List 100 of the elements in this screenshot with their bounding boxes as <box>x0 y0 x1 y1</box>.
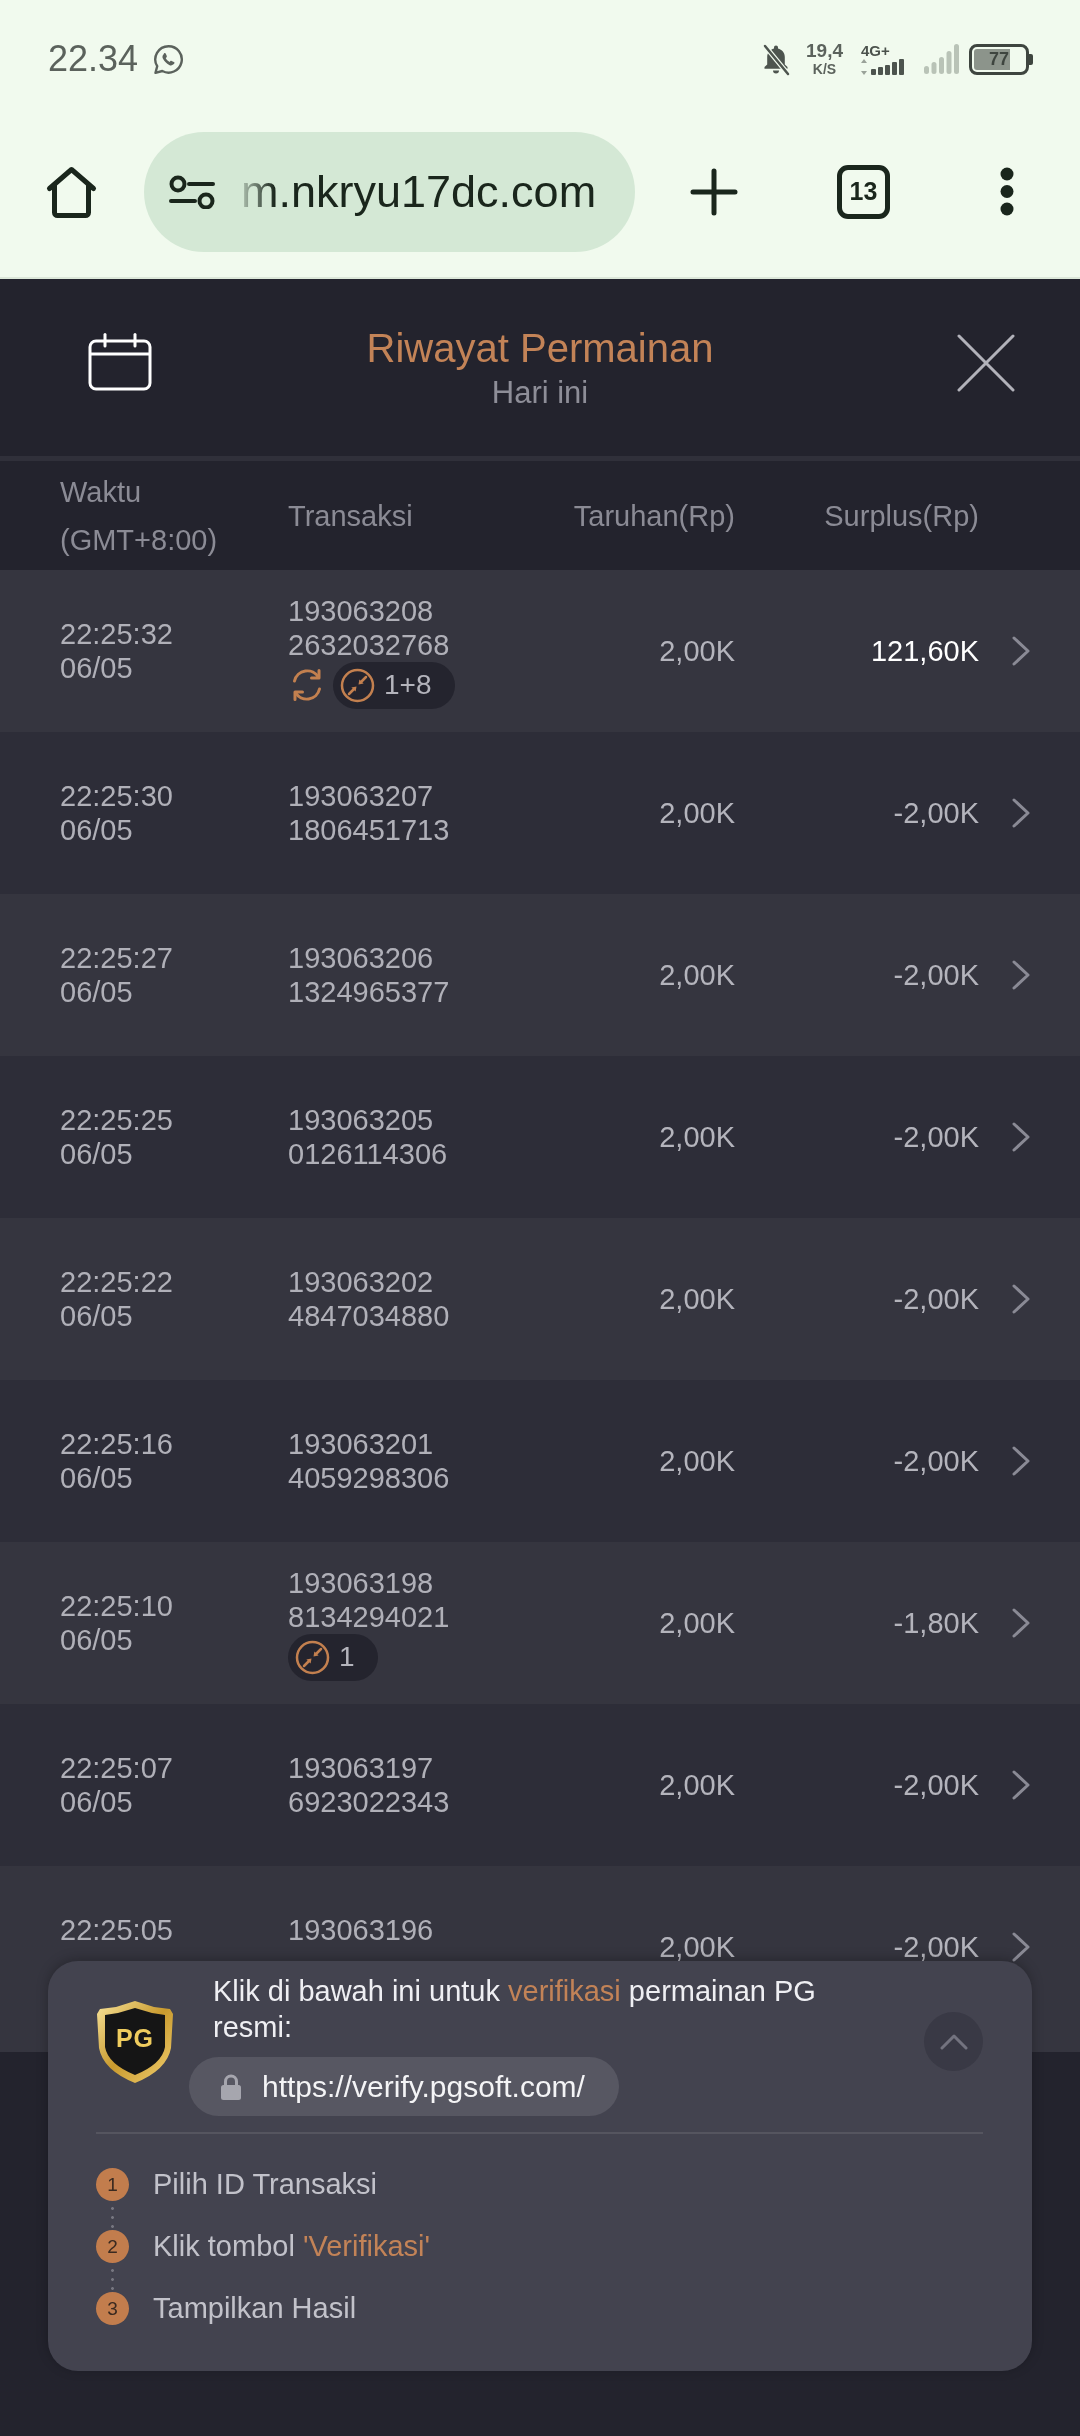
surplus-amount: -2,00K <box>893 798 979 828</box>
history-row[interactable]: 22:25:16 06/05 193063201 4059298306 2,00K -2,00K <box>0 1380 1080 1542</box>
time-text: 22:25:32 <box>60 617 173 651</box>
page-title: Riwayat Permainan <box>366 324 714 371</box>
history-row[interactable]: 22:25:25 06/05 193063205 0126114306 2,00K -2,00K <box>0 1056 1080 1218</box>
column-header: Waktu (GMT+8:00) <box>60 474 219 558</box>
transaction-id: 193063207 <box>288 779 434 813</box>
sliders-icon[interactable] <box>169 174 215 209</box>
chevron-right-icon <box>1012 636 1030 666</box>
history-row[interactable]: 22:25:10 06/05 193063198 8134294021 1 2,00K -1,80K <box>0 1542 1080 1704</box>
date-text: 06/05 <box>60 813 133 847</box>
tab-count-button[interactable]: 13 <box>837 164 890 219</box>
address-bar[interactable]: m.nkryu17dc.com <box>144 131 635 252</box>
verify-link[interactable]: https://verify.pgsoft.com/ <box>189 2057 619 2116</box>
round-id: 0126114306 <box>288 1137 448 1171</box>
history-row[interactable]: 22:25:07 06/05 193063197 6923022343 2,00K -2,00K <box>0 1704 1080 1866</box>
bet-amount: 2,00K <box>659 1770 735 1800</box>
transaction-id: 193063208 <box>288 593 434 628</box>
history-row[interactable]: 22:25:30 06/05 193063207 1806451713 2,00K -2,00K <box>0 732 1080 894</box>
bet-amount: 2,00K <box>659 960 735 990</box>
chevron-right-icon <box>1012 1284 1030 1314</box>
round-id: 4847034880 <box>288 1299 450 1333</box>
round-id: 1324965377 <box>288 975 450 1009</box>
close-icon[interactable] <box>957 334 1015 392</box>
chat-bubble-icon <box>153 43 185 75</box>
status-time: 22.34 <box>48 39 139 79</box>
chevron-right-icon <box>1012 1122 1030 1152</box>
chevron-up-icon <box>939 2033 968 2050</box>
surplus-amount: -2,00K <box>893 1284 979 1314</box>
transaction-id: 193063196 <box>288 1913 434 1947</box>
surplus-amount: -1,80K <box>893 1608 979 1638</box>
step-number: 2 <box>96 2230 129 2263</box>
step-text: Klik tombol 'Verifikasi' <box>153 2230 430 2263</box>
time-text: 22:25:25 <box>60 1103 173 1137</box>
transaction-id: 193063197 <box>288 1751 434 1785</box>
surplus-amount: -2,00K <box>893 1446 979 1476</box>
bet-amount: 2,00K <box>659 1932 735 1962</box>
page-subtitle: Hari ini <box>491 374 589 411</box>
chevron-right-icon <box>1012 798 1030 828</box>
bet-amount: 2,00K <box>659 1284 735 1314</box>
step-number: 1 <box>96 2168 129 2201</box>
transaction-id: 193063205 <box>288 1103 434 1137</box>
time-text: 22:25:22 <box>60 1265 173 1299</box>
step-text: Pilih ID Transaksi <box>153 2168 377 2201</box>
surplus-amount: -2,00K <box>893 960 979 990</box>
time-text: 22:25:10 <box>60 1589 173 1623</box>
plus-icon[interactable] <box>690 167 738 216</box>
time-text: 22:25:16 <box>60 1427 173 1461</box>
date-text: 06/05 <box>60 651 133 685</box>
bell-off-icon <box>761 42 791 76</box>
transaction-id: 193063198 <box>288 1565 434 1600</box>
column-header: Surplus(Rp) <box>824 498 979 534</box>
round-id: 2632032768 <box>288 627 450 662</box>
signal-icon <box>861 59 904 75</box>
count-text: 1+8 <box>384 669 432 701</box>
round-id: 6923022343 <box>288 1785 450 1819</box>
count-text: 1 <box>339 1641 355 1673</box>
arrows-inward-icon <box>340 667 375 703</box>
date-text: 06/05 <box>60 1299 133 1333</box>
column-header: Taruhan(Rp) <box>573 498 735 534</box>
transaction-id: 193063206 <box>288 941 434 975</box>
bet-amount: 2,00K <box>659 1122 735 1152</box>
history-row[interactable]: 22:25:22 06/05 193063202 4847034880 2,00K -2,00K <box>0 1218 1080 1380</box>
bet-amount: 2,00K <box>659 1446 735 1476</box>
step-number: 3 <box>96 2292 129 2325</box>
network-speed: 19,4 <box>806 41 843 61</box>
chevron-right-icon <box>1012 1446 1030 1476</box>
chevron-right-icon <box>1012 960 1030 990</box>
network-type: 4G+ <box>861 43 890 59</box>
transaction-id: 193063201 <box>288 1427 434 1461</box>
arrows-inward-icon <box>295 1639 330 1675</box>
round-id: 8134294021 <box>288 1599 450 1634</box>
chevron-right-icon <box>1012 1770 1030 1800</box>
surplus-amount: -2,00K <box>893 1770 979 1800</box>
date-text: 06/05 <box>60 975 133 1009</box>
battery-indicator: 77 <box>969 43 1033 75</box>
surplus-amount: -2,00K <box>893 1932 979 1962</box>
round-id: 4059298306 <box>288 1461 450 1495</box>
bet-amount: 2,00K <box>659 1608 735 1638</box>
surplus-amount: -2,00K <box>893 1122 979 1152</box>
step-text: Tampilkan Hasil <box>153 2292 357 2325</box>
date-text: 06/05 <box>60 1461 133 1495</box>
transaction-id: 193063202 <box>288 1265 434 1299</box>
menu-icon[interactable] <box>1000 167 1014 216</box>
date-text: 06/05 <box>60 1623 133 1657</box>
time-text: 22:25:30 <box>60 779 173 813</box>
history-row[interactable]: 22:25:27 06/05 193063206 1324965377 2,00K -2,00K <box>0 894 1080 1056</box>
home-icon[interactable] <box>45 164 98 219</box>
history-row[interactable]: 22:25:32 06/05 193063208 2632032768 1+8 2,00K 121,60K <box>0 570 1080 732</box>
signal-icon <box>924 44 959 74</box>
calendar-icon[interactable] <box>88 332 152 391</box>
verify-message: Klik di bawah ini untuk verifikasi permainan PG resmi: <box>212 1974 817 2045</box>
time-text: 22:25:27 <box>60 941 173 975</box>
lock-icon <box>220 2072 242 2101</box>
chevron-right-icon <box>1012 1932 1030 1962</box>
bet-amount: 2,00K <box>659 636 735 666</box>
chevron-right-icon <box>1012 1608 1030 1638</box>
date-text: 06/05 <box>60 1785 133 1819</box>
surplus-amount: 121,60K <box>870 636 979 666</box>
round-id: 1806451713 <box>288 813 450 847</box>
